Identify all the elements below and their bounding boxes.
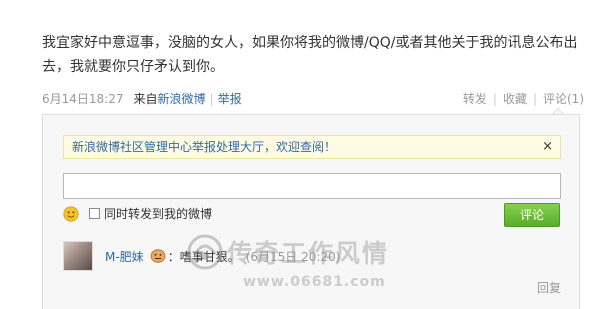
comment-text: ：嗜事甘狠。 [167,250,240,264]
comment-toolbar: 同时转发到我的微博 评论 [63,203,561,227]
post-meta-row: 6月14日18:27 来自新浪微博 | 举报 转发 | 收藏 | 评论(1) [42,91,584,107]
report-link[interactable]: 举报 [218,92,242,106]
notice-link[interactable]: 新浪微博社区管理中心举报处理大厅，欢迎查阅！ [72,136,336,158]
smiley-icon[interactable] [63,206,79,222]
meta-divider: | [209,92,214,106]
forward-label[interactable]: 同时转发到我的微博 [104,206,212,222]
post-meta-left: 6月14日18:27 来自新浪微博 | 举报 [42,91,242,107]
post-text: 我宜家好中意逗事，没脑的女人，如果你将我的微博/QQ/或者其他关于我的讯息公布出… [42,35,578,75]
action-divider: | [492,92,497,106]
comment-box: 新浪微博社区管理中心举报处理大厅，欢迎查阅！ × 同时转发到我的微博 评论 M-… [42,114,580,309]
comment-input[interactable] [63,173,561,199]
forward-checkbox[interactable] [89,208,100,219]
source-prefix: 来自 [133,92,158,106]
close-icon[interactable]: × [542,136,553,158]
comment-line: M-肥妹 ：嗜事甘狠。 (6月15日 20:20) [105,249,340,265]
comment-box-caret-inner [553,109,563,114]
comment-time: (6月15日 20:20) [245,250,341,264]
comment-item: M-肥妹 ：嗜事甘狠。 (6月15日 20:20) 回复 [63,241,561,297]
action-divider: | [532,92,537,106]
comment-user-link[interactable]: M-肥妹 [105,250,144,264]
forward-link[interactable]: 转发 [463,92,487,106]
comment-submit-button[interactable]: 评论 [504,203,560,227]
favorite-link[interactable]: 收藏 [503,92,527,106]
post-actions: 转发 | 收藏 | 评论(1) [463,91,584,107]
comment-link[interactable]: 评论(1) [543,92,584,106]
post-time[interactable]: 6月14日18:27 [42,92,124,106]
notice-bar: 新浪微博社区管理中心举报处理大厅，欢迎查阅！ × [63,135,561,159]
avatar[interactable] [63,241,93,271]
emoticon-face-icon [150,249,166,263]
source-link[interactable]: 新浪微博 [158,92,206,106]
reply-link[interactable]: 回复 [537,279,561,296]
